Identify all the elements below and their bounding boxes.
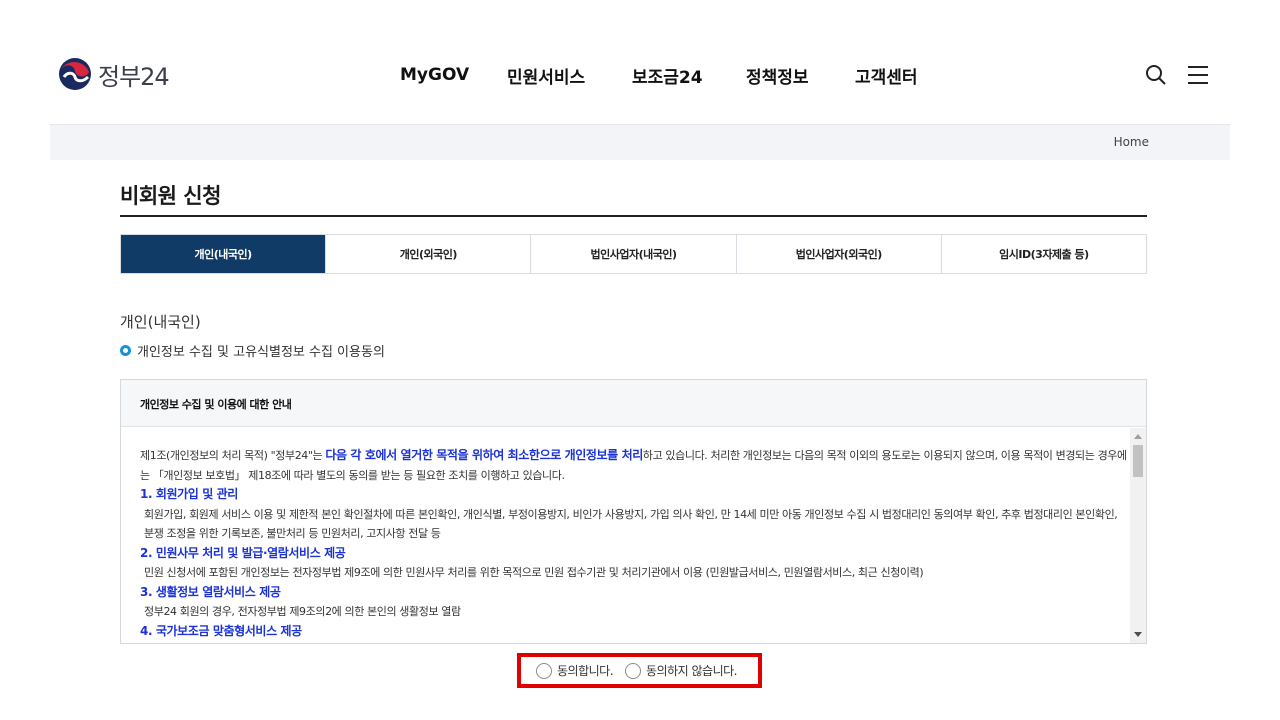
section-subtitle: 개인정보 수집 및 고유식별정보 수집 이용동의 [120, 341, 385, 360]
menu-button[interactable] [1186, 63, 1210, 87]
search-button[interactable] [1144, 63, 1168, 87]
item-desc: 회원가입, 회원제 서비스 이용 및 제한적 본인 확인절차에 따른 본인확인,… [144, 507, 1118, 541]
item-desc: 정부24 회원의 경우, 전자정부법 제9조의2에 의한 본인의 생활정보 열람 [144, 605, 461, 618]
disagree-option[interactable]: 동의하지 않습니다. [625, 662, 737, 679]
tab-corporate-foreign[interactable]: 법인사업자(외국인) [735, 235, 941, 273]
gov24-logo[interactable]: 정부24 [58, 57, 170, 91]
taegeuk-logo-icon [59, 58, 91, 90]
intro-pre: 제1조(개인정보의 처리 목적) "정부24"는 [140, 449, 326, 462]
site-header: 정부24 MyGOV 민원서비스 보조금24 정책정보 고객센터 [0, 0, 1280, 124]
item-title: 3. 생활정보 열람서비스 제공 [140, 584, 281, 599]
search-icon [1146, 65, 1166, 85]
item-title: 4. 국가보조금 맞춤형서비스 제공 [140, 623, 302, 638]
nav-policy-info[interactable]: 정책정보 [746, 63, 809, 88]
scroll-down-arrow-icon[interactable] [1134, 632, 1142, 637]
scrollbar-thumb[interactable] [1133, 445, 1143, 477]
agreement-intro: 제1조(개인정보의 처리 목적) "정부24"는 다음 각 호에서 열거한 목적… [140, 446, 1130, 485]
agreement-scroll-area[interactable]: 제1조(개인정보의 처리 목적) "정부24"는 다음 각 호에서 열거한 목적… [121, 428, 1146, 643]
agree-radio[interactable] [536, 662, 552, 679]
logo-text: 정부24 [98, 62, 170, 91]
intro-highlight: 다음 각 호에서 열거한 목적을 위하여 최소한으로 개인정보를 처리 [325, 448, 643, 462]
agree-option[interactable]: 동의합니다. [536, 662, 614, 679]
scroll-up-arrow-icon[interactable] [1134, 434, 1142, 439]
applicant-type-tabs: 개인(내국인) 개인(외국인) 법인사업자(내국인) 법인사업자(외국인) 임시… [120, 234, 1147, 274]
disagree-radio[interactable] [625, 662, 642, 679]
tab-temporary-id[interactable]: 임시ID(3자제출 등) [940, 235, 1147, 273]
nav-customer-center[interactable]: 고객센터 [855, 63, 918, 88]
bullet-circle-icon [120, 345, 131, 356]
vertical-scrollbar[interactable] [1130, 428, 1146, 643]
breadcrumb-home[interactable]: Home [1114, 135, 1149, 149]
page-title: 비회원 신청 [120, 184, 221, 208]
nav-civil-service[interactable]: 민원서비스 [507, 63, 585, 88]
agree-label: 동의합니다. [557, 664, 614, 678]
consent-radio-group: 동의합니다. 동의하지 않습니다. [517, 653, 762, 688]
section-label: 개인(내국인) [120, 313, 201, 331]
privacy-agreement-box: 개인정보 수집 및 이용에 대한 안내 제1조(개인정보의 처리 목적) "정부… [120, 379, 1147, 644]
nav-subsidy24[interactable]: 보조금24 [632, 63, 703, 88]
breadcrumb: Home [50, 124, 1230, 160]
agreement-text: 제1조(개인정보의 처리 목적) "정부24"는 다음 각 호에서 열거한 목적… [140, 446, 1130, 641]
tab-individual-foreign[interactable]: 개인(외국인) [325, 235, 531, 273]
section-subtitle-text: 개인정보 수집 및 고유식별정보 수집 이용동의 [137, 345, 385, 360]
disagree-label: 동의하지 않습니다. [646, 664, 737, 678]
tab-individual-domestic[interactable]: 개인(내국인) [121, 235, 326, 273]
item-desc: 민원 신청서에 포함된 개인정보는 전자정부법 제9조에 의한 민원사무 처리를… [144, 566, 924, 579]
hamburger-menu-icon [1188, 66, 1208, 84]
nav-mygov[interactable]: MyGOV [400, 65, 469, 85]
tab-corporate-domestic[interactable]: 법인사업자(내국인) [530, 235, 736, 273]
item-title: 2. 민원사무 처리 및 발급·열람서비스 제공 [140, 545, 346, 560]
title-divider [120, 215, 1147, 217]
agreement-heading: 개인정보 수집 및 이용에 대한 안내 [121, 380, 1146, 427]
item-title: 1. 회원가입 및 관리 [140, 487, 238, 501]
